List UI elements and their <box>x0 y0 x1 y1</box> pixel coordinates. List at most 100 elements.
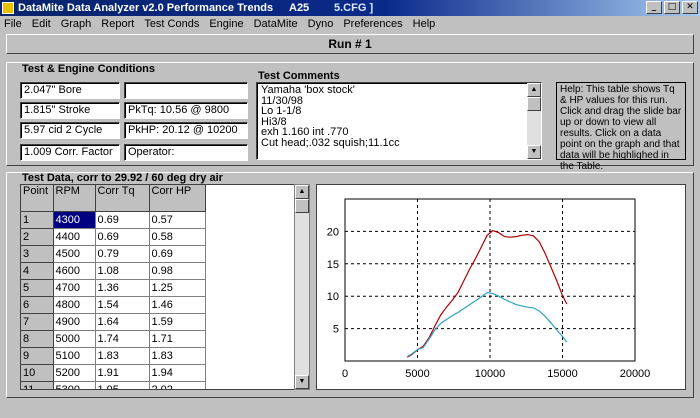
table-row[interactable]: 4 4600 1.08 0.98 <box>21 262 206 280</box>
table-scrollbar[interactable]: ▲ ▼ <box>294 184 310 390</box>
cell-corr-tq[interactable]: 1.08 <box>95 262 150 280</box>
operator-field[interactable]: Operator: <box>124 144 248 161</box>
menu-graph[interactable]: Graph <box>56 16 97 32</box>
series-line-1[interactable] <box>407 291 568 358</box>
cell-corr-tq[interactable]: 1.36 <box>95 279 150 297</box>
cell-point[interactable]: 1 <box>21 211 54 229</box>
x-tick-label: 10000 <box>475 368 506 380</box>
table-row[interactable]: 8 5000 1.74 1.71 <box>21 330 206 348</box>
app-icon[interactable] <box>2 2 14 14</box>
cell-rpm[interactable]: 4500 <box>53 245 96 263</box>
cell-rpm[interactable]: 5300 <box>53 381 96 389</box>
menu-preferences[interactable]: Preferences <box>338 16 407 32</box>
menu-test-conds[interactable]: Test Conds <box>139 16 204 32</box>
data-panel-title: Test Data, corr to 29.92 / 60 deg dry ai… <box>22 172 223 184</box>
minimize-button[interactable]: _ <box>646 1 662 14</box>
scroll-up-icon[interactable]: ▲ <box>527 83 541 97</box>
cell-corr-tq[interactable]: 1.95 <box>95 381 150 389</box>
table-scroll-thumb[interactable] <box>295 199 309 213</box>
table-row[interactable]: 9 5100 1.83 1.83 <box>21 347 206 365</box>
cell-rpm[interactable]: 4300 <box>53 211 96 229</box>
cell-corr-tq[interactable]: 1.74 <box>95 330 150 348</box>
cell-point[interactable]: 7 <box>21 313 54 331</box>
table-row[interactable]: 1 4300 0.69 0.57 <box>21 211 206 229</box>
cell-point[interactable]: 11 <box>21 381 54 389</box>
cell-corr-hp[interactable]: 1.25 <box>149 279 206 297</box>
cell-rpm[interactable]: 4900 <box>53 313 96 331</box>
close-button[interactable]: ✕ <box>682 1 698 14</box>
x-tick-label: 20000 <box>620 368 651 380</box>
column-header-corr-hp[interactable]: Corr HP <box>149 185 206 212</box>
cell-rpm[interactable]: 4600 <box>53 262 96 280</box>
cell-corr-hp[interactable]: 0.57 <box>149 211 206 229</box>
menu-edit[interactable]: Edit <box>27 16 56 32</box>
scroll-down-icon[interactable]: ▼ <box>527 145 541 159</box>
cell-corr-tq[interactable]: 0.69 <box>95 211 150 229</box>
cell-point[interactable]: 5 <box>21 279 54 297</box>
cell-rpm[interactable]: 5200 <box>53 364 96 382</box>
cell-point[interactable]: 4 <box>21 262 54 280</box>
displacement-field[interactable]: 5.97 cid 2 Cycle <box>20 122 120 139</box>
table-row[interactable]: 3 4500 0.79 0.69 <box>21 245 206 263</box>
performance-chart[interactable]: 0 5000 10000 15000 20000 5 10 15 20 <box>316 184 686 390</box>
table-row[interactable]: 10 5200 1.91 1.94 <box>21 364 206 382</box>
column-header-point[interactable]: Point <box>21 185 54 212</box>
cell-point[interactable]: 6 <box>21 296 54 314</box>
comments-textarea[interactable]: Yamaha 'box stock' 11/30/98 Lo 1-1/8 Hi3… <box>256 82 542 160</box>
comment-line: Cut head;.032 squish;11.1cc <box>261 136 400 149</box>
maximize-button[interactable]: □ <box>664 1 680 14</box>
blank-field[interactable] <box>124 82 248 99</box>
column-header-corr-tq[interactable]: Corr Tq <box>95 185 150 212</box>
table-row[interactable]: 7 4900 1.64 1.59 <box>21 313 206 331</box>
menu-file[interactable]: File <box>0 16 27 32</box>
cell-point[interactable]: 2 <box>21 228 54 246</box>
table-row[interactable]: 11 5300 1.95 2.02 <box>21 381 206 389</box>
cell-corr-tq[interactable]: 1.64 <box>95 313 150 331</box>
series-line-0[interactable] <box>406 229 568 358</box>
bore-field[interactable]: 2.047" Bore <box>20 82 120 99</box>
cell-point[interactable]: 8 <box>21 330 54 348</box>
cell-corr-tq[interactable]: 1.83 <box>95 347 150 365</box>
cell-corr-hp[interactable]: 0.98 <box>149 262 206 280</box>
table-row[interactable]: 2 4400 0.69 0.58 <box>21 228 206 246</box>
cell-corr-hp[interactable]: 0.69 <box>149 245 206 263</box>
chart-svg[interactable]: 0 5000 10000 15000 20000 5 10 15 20 <box>317 185 685 389</box>
table-row[interactable]: 5 4700 1.36 1.25 <box>21 279 206 297</box>
comment-line: Lo 1-1/8 <box>261 105 302 117</box>
cell-corr-hp[interactable]: 1.59 <box>149 313 206 331</box>
column-header-rpm[interactable]: RPM <box>53 185 96 212</box>
menu-engine[interactable]: Engine <box>204 16 248 32</box>
comments-scrollbar[interactable]: ▲ ▼ <box>527 83 541 159</box>
cell-corr-hp[interactable]: 1.83 <box>149 347 206 365</box>
cell-corr-hp[interactable]: 1.46 <box>149 296 206 314</box>
cell-corr-tq[interactable]: 1.91 <box>95 364 150 382</box>
cell-corr-hp[interactable]: 0.58 <box>149 228 206 246</box>
cell-corr-tq[interactable]: 0.69 <box>95 228 150 246</box>
cell-corr-tq[interactable]: 1.54 <box>95 296 150 314</box>
stroke-field[interactable]: 1.815" Stroke <box>20 102 120 119</box>
cell-corr-hp[interactable]: 2.02 <box>149 381 206 389</box>
cell-rpm[interactable]: 5000 <box>53 330 96 348</box>
data-table[interactable]: Point RPM Corr Tq Corr HP 1 4300 0.69 0.57 2… <box>20 184 302 390</box>
corr-factor-field[interactable]: 1.009 Corr. Factor <box>20 144 120 161</box>
cell-corr-tq[interactable]: 0.79 <box>95 245 150 263</box>
peak-torque-field[interactable]: PkTq: 10.56 @ 9800 <box>124 102 248 119</box>
menu-datamite[interactable]: DataMite <box>249 16 303 32</box>
cell-corr-hp[interactable]: 1.94 <box>149 364 206 382</box>
cell-point[interactable]: 10 <box>21 364 54 382</box>
menu-dyno[interactable]: Dyno <box>303 16 339 32</box>
scroll-thumb[interactable] <box>527 97 541 111</box>
cell-rpm[interactable]: 4700 <box>53 279 96 297</box>
peak-hp-field[interactable]: PkHP: 20.12 @ 10200 <box>124 122 248 139</box>
cell-rpm[interactable]: 4800 <box>53 296 96 314</box>
cell-rpm[interactable]: 5100 <box>53 347 96 365</box>
cell-corr-hp[interactable]: 1.71 <box>149 330 206 348</box>
menu-help[interactable]: Help <box>408 16 441 32</box>
scroll-down-icon[interactable]: ▼ <box>295 375 309 389</box>
menu-report[interactable]: Report <box>96 16 139 32</box>
scroll-up-icon[interactable]: ▲ <box>295 185 309 199</box>
table-row[interactable]: 6 4800 1.54 1.46 <box>21 296 206 314</box>
cell-rpm[interactable]: 4400 <box>53 228 96 246</box>
cell-point[interactable]: 3 <box>21 245 54 263</box>
cell-point[interactable]: 9 <box>21 347 54 365</box>
